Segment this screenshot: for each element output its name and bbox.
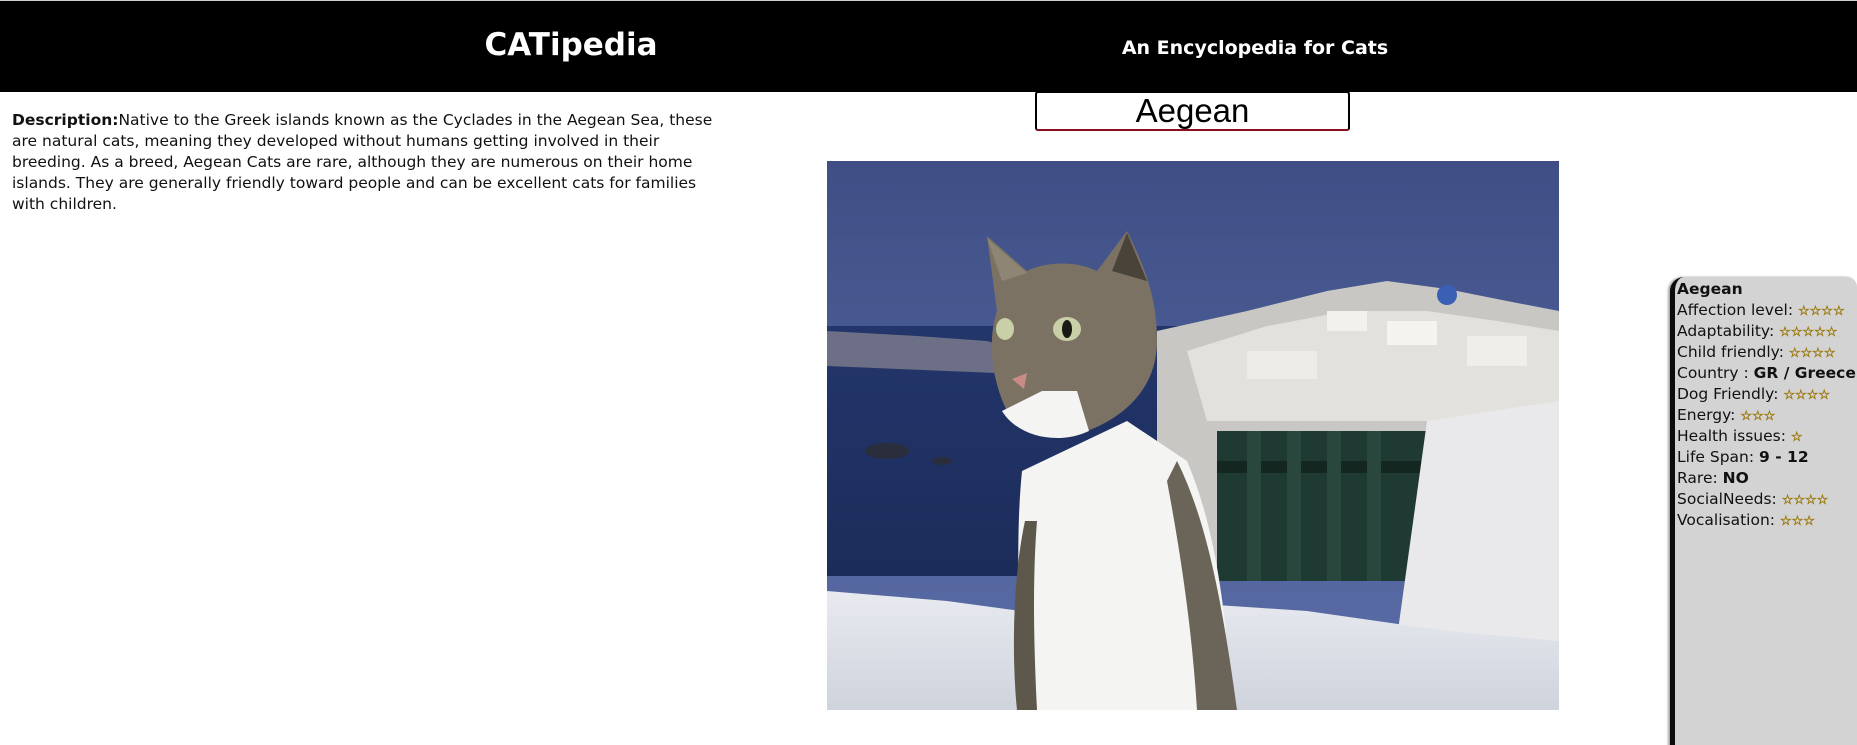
country-row: Country : GR / Greece	[1677, 363, 1857, 384]
social-needs-label: SocialNeeds:	[1677, 490, 1777, 508]
adaptability-row: Adaptability: ☆☆☆☆☆	[1677, 321, 1857, 342]
breed-name: Aegean	[1677, 280, 1743, 298]
breed-description: Description:Native to the Greek islands …	[12, 110, 722, 215]
health-label: Health issues:	[1677, 427, 1786, 445]
life-span-label: Life Span:	[1677, 448, 1755, 466]
social-needs-row: SocialNeeds: ☆☆☆☆	[1677, 489, 1857, 510]
affection-row: Affection level: ☆☆☆☆	[1677, 300, 1857, 321]
child-friendly-stars-icon: ☆☆☆☆	[1788, 346, 1836, 362]
health-stars-icon: ☆	[1790, 430, 1803, 446]
breed-info-panel: Aegean Affection level: ☆☆☆☆ Adaptabilit…	[1670, 277, 1857, 745]
child-friendly-row: Child friendly: ☆☆☆☆	[1677, 342, 1857, 363]
energy-label: Energy:	[1677, 406, 1736, 424]
energy-row: Energy: ☆☆☆	[1677, 405, 1857, 426]
affection-stars-icon: ☆☆☆☆	[1797, 304, 1845, 320]
vocalisation-stars-icon: ☆☆☆	[1779, 514, 1816, 530]
site-title: CATipedia	[484, 27, 658, 63]
site-tagline: An Encyclopedia for Cats	[1121, 37, 1389, 59]
dog-friendly-row: Dog Friendly: ☆☆☆☆	[1677, 384, 1857, 405]
social-needs-stars-icon: ☆☆☆☆	[1781, 493, 1829, 509]
life-span-value: 9 - 12	[1759, 448, 1809, 466]
vocalisation-label: Vocalisation:	[1677, 511, 1776, 529]
country-label: Country :	[1677, 364, 1749, 382]
country-value: GR / Greece	[1753, 364, 1856, 382]
site-header: CATipedia An Encyclopedia for Cats	[0, 0, 1857, 92]
description-text: Native to the Greek islands known as the…	[12, 111, 713, 213]
breed-search-input[interactable]	[1035, 91, 1350, 131]
rare-row: Rare: NO	[1677, 468, 1857, 489]
health-row: Health issues: ☆	[1677, 426, 1857, 447]
adaptability-stars-icon: ☆☆☆☆☆	[1779, 325, 1838, 341]
dog-friendly-label: Dog Friendly:	[1677, 385, 1779, 403]
affection-label: Affection level:	[1677, 301, 1794, 319]
adaptability-label: Adaptability:	[1677, 322, 1775, 340]
energy-stars-icon: ☆☆☆	[1740, 409, 1776, 425]
cat-photo	[827, 161, 1559, 710]
rare-value: NO	[1722, 469, 1749, 487]
dog-friendly-stars-icon: ☆☆☆☆	[1783, 388, 1830, 404]
child-friendly-label: Child friendly:	[1677, 343, 1784, 361]
life-span-row: Life Span: 9 - 12	[1677, 447, 1857, 468]
rare-label: Rare:	[1677, 469, 1718, 487]
description-label: Description:	[12, 111, 119, 129]
vocalisation-row: Vocalisation: ☆☆☆	[1677, 510, 1857, 531]
